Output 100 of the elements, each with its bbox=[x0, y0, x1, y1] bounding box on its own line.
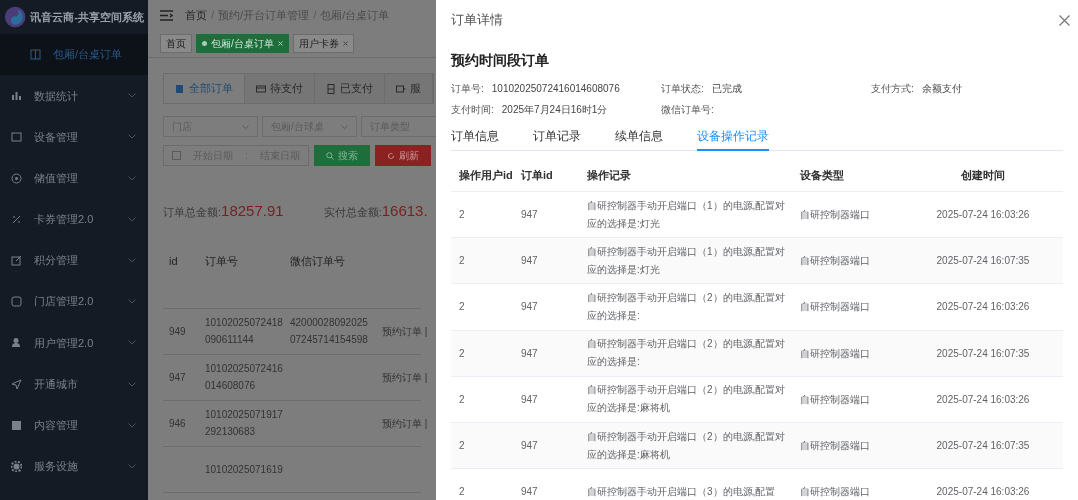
sidebar-item[interactable]: 数据统计 bbox=[0, 75, 148, 117]
breadcrumb-link[interactable]: 首页 bbox=[185, 6, 207, 24]
logo-icon bbox=[4, 4, 27, 30]
table-cell: 2025-07-24 16:07:35 bbox=[936, 440, 1030, 452]
sidebar-item[interactable]: 用户管理2.0 bbox=[0, 322, 148, 364]
table-cell: 自研控制器手动开启端口（2）的电源,配置对应的选择是:麻将机 bbox=[587, 384, 786, 414]
table-cell: 2025-07-24 16:03:26 bbox=[936, 393, 1030, 405]
column-header: 创建时间 bbox=[961, 168, 1005, 181]
table-cell: 2 bbox=[459, 440, 465, 452]
order-heading: 预约时间段订单 bbox=[451, 51, 550, 70]
table-cell: 947 bbox=[521, 209, 538, 221]
order-tab[interactable]: 已支付 bbox=[315, 74, 385, 103]
chevron-icon bbox=[128, 340, 136, 346]
chevron-icon bbox=[128, 422, 136, 428]
chevron-icon bbox=[128, 175, 136, 181]
date-separator: : bbox=[245, 149, 248, 163]
field-label: 支付时间: bbox=[451, 103, 494, 117]
table-cell: 自研控制器端口 bbox=[800, 393, 870, 405]
detail-tab[interactable]: 设备操作记录 bbox=[697, 127, 769, 151]
column-header: 订单号 bbox=[204, 253, 239, 269]
sidebar-item[interactable]: 卡券管理2.0 bbox=[0, 198, 148, 240]
table-cell: 自研控制器端口 bbox=[800, 440, 870, 452]
page-tag[interactable]: 用户卡券 bbox=[292, 34, 354, 53]
order-tab[interactable]: 服 bbox=[385, 74, 433, 103]
page-tag[interactable]: 首页 bbox=[160, 34, 192, 53]
chevron-icon bbox=[128, 463, 136, 469]
table-cell: 947 bbox=[521, 301, 538, 313]
card-icon bbox=[256, 83, 266, 94]
table-cell: 2 bbox=[459, 301, 465, 313]
sidebar-item[interactable]: 服务设施 bbox=[0, 445, 148, 488]
send-icon bbox=[11, 378, 22, 390]
table-cell: 2 bbox=[459, 209, 465, 221]
sidebar-item[interactable]: 内容管理 bbox=[0, 404, 148, 446]
table-cell: 自研控制器端口 bbox=[800, 486, 870, 498]
column-header: id bbox=[168, 253, 179, 269]
total-amount: 18257.91 bbox=[221, 201, 284, 221]
app-title: 讯音云商-共享空间系统 bbox=[30, 9, 144, 25]
order-tab[interactable]: 待支付 bbox=[245, 74, 315, 103]
table-cell: 预约订单 | bbox=[382, 417, 428, 429]
sidebar-item[interactable]: 积分管理 bbox=[0, 239, 148, 282]
column-header: 操作用户id bbox=[459, 168, 513, 181]
table-cell: 自研控制器手动开启端口（3）的电源,配置 bbox=[587, 485, 776, 497]
breadcrumb-separator: / bbox=[211, 7, 215, 23]
sidebar-item[interactable]: 储值管理 bbox=[0, 157, 148, 199]
total-amount: 16613. bbox=[381, 201, 428, 221]
table-cell-text: 10102025071619 bbox=[205, 462, 284, 477]
chevron-icon bbox=[128, 299, 136, 305]
table-cell: 自研控制器端口 bbox=[800, 255, 870, 267]
table-cell: 自研控制器手动开启端口（1）的电源,配置对应的选择是:灯光 bbox=[587, 245, 786, 275]
menu-icon[interactable] bbox=[160, 9, 173, 21]
table-cell: 2 bbox=[459, 486, 465, 498]
chevron-icon bbox=[128, 134, 136, 140]
refresh-icon bbox=[386, 151, 395, 160]
table-cell: 2025-07-24 16:03:26 bbox=[936, 486, 1030, 498]
box-icon bbox=[396, 83, 406, 94]
table-cell: 自研控制器端口 bbox=[800, 347, 870, 359]
sidebar-item[interactable]: 门店管理2.0 bbox=[0, 281, 148, 323]
sidebar-item[interactable]: 设备管理 bbox=[0, 116, 148, 158]
close-icon[interactable] bbox=[342, 41, 348, 46]
ticket-icon bbox=[11, 213, 22, 225]
column-header: 设备类型 bbox=[800, 168, 844, 181]
table-cell: 预约订单 | bbox=[382, 325, 428, 337]
table-cell: 自研控制器手动开启端口（2）的电源,配置对应的选择是:麻将机 bbox=[587, 430, 786, 460]
table-cell-text: 42000028092025 07245714154598 bbox=[290, 316, 369, 347]
table-cell: 949 bbox=[169, 325, 186, 337]
total-label: 订单总金额: bbox=[163, 205, 222, 220]
detail-tab[interactable]: 续单信息 bbox=[615, 127, 663, 151]
detail-tab[interactable]: 订单信息 bbox=[451, 127, 499, 151]
bar-chart-icon bbox=[11, 90, 22, 102]
total-label: 实付总金额: bbox=[323, 205, 382, 220]
table-cell: 2 bbox=[459, 347, 465, 359]
column-header: 微信订单号 bbox=[289, 253, 346, 269]
field-value: 已完成 bbox=[711, 82, 742, 96]
table-cell: 947 bbox=[169, 371, 186, 383]
table-cell-text: 10102025071917 292130683 bbox=[205, 408, 284, 439]
chevron-icon bbox=[341, 124, 348, 129]
table-cell: 自研控制器手动开启端口（2）的电源,配置对应的选择是: bbox=[587, 338, 786, 368]
detail-tab[interactable]: 订单记录 bbox=[533, 127, 581, 151]
field-value: 2025年7月24日16时1分 bbox=[501, 103, 608, 117]
chevron-icon bbox=[128, 93, 136, 99]
table-cell: 947 bbox=[521, 393, 538, 405]
sidebar-item[interactable]: 开通城市 bbox=[0, 363, 148, 405]
refresh-button[interactable]: 刷新 bbox=[374, 145, 431, 166]
image-icon bbox=[11, 419, 22, 431]
table-cell: 947 bbox=[521, 486, 538, 498]
column-header: 订单id bbox=[521, 168, 553, 181]
panel-icon bbox=[30, 49, 41, 61]
table-cell: 自研控制器端口 bbox=[800, 209, 870, 221]
table-cell-text: 10102025072416 014608076 bbox=[205, 362, 284, 393]
page-tag[interactable]: 包厢/台桌订单 bbox=[196, 34, 289, 53]
table-cell: 947 bbox=[521, 440, 538, 452]
search-button[interactable]: 搜索 bbox=[313, 145, 370, 166]
document-icon bbox=[175, 83, 185, 94]
table-cell: 947 bbox=[521, 347, 538, 359]
search-icon bbox=[325, 151, 334, 160]
drawer-title: 订单详情 bbox=[451, 11, 503, 30]
field-label: 订单状态: bbox=[661, 82, 704, 96]
close-icon[interactable] bbox=[1059, 14, 1070, 26]
sidebar-item[interactable]: 包厢/台桌订单 bbox=[0, 34, 148, 76]
store-icon bbox=[11, 296, 22, 308]
